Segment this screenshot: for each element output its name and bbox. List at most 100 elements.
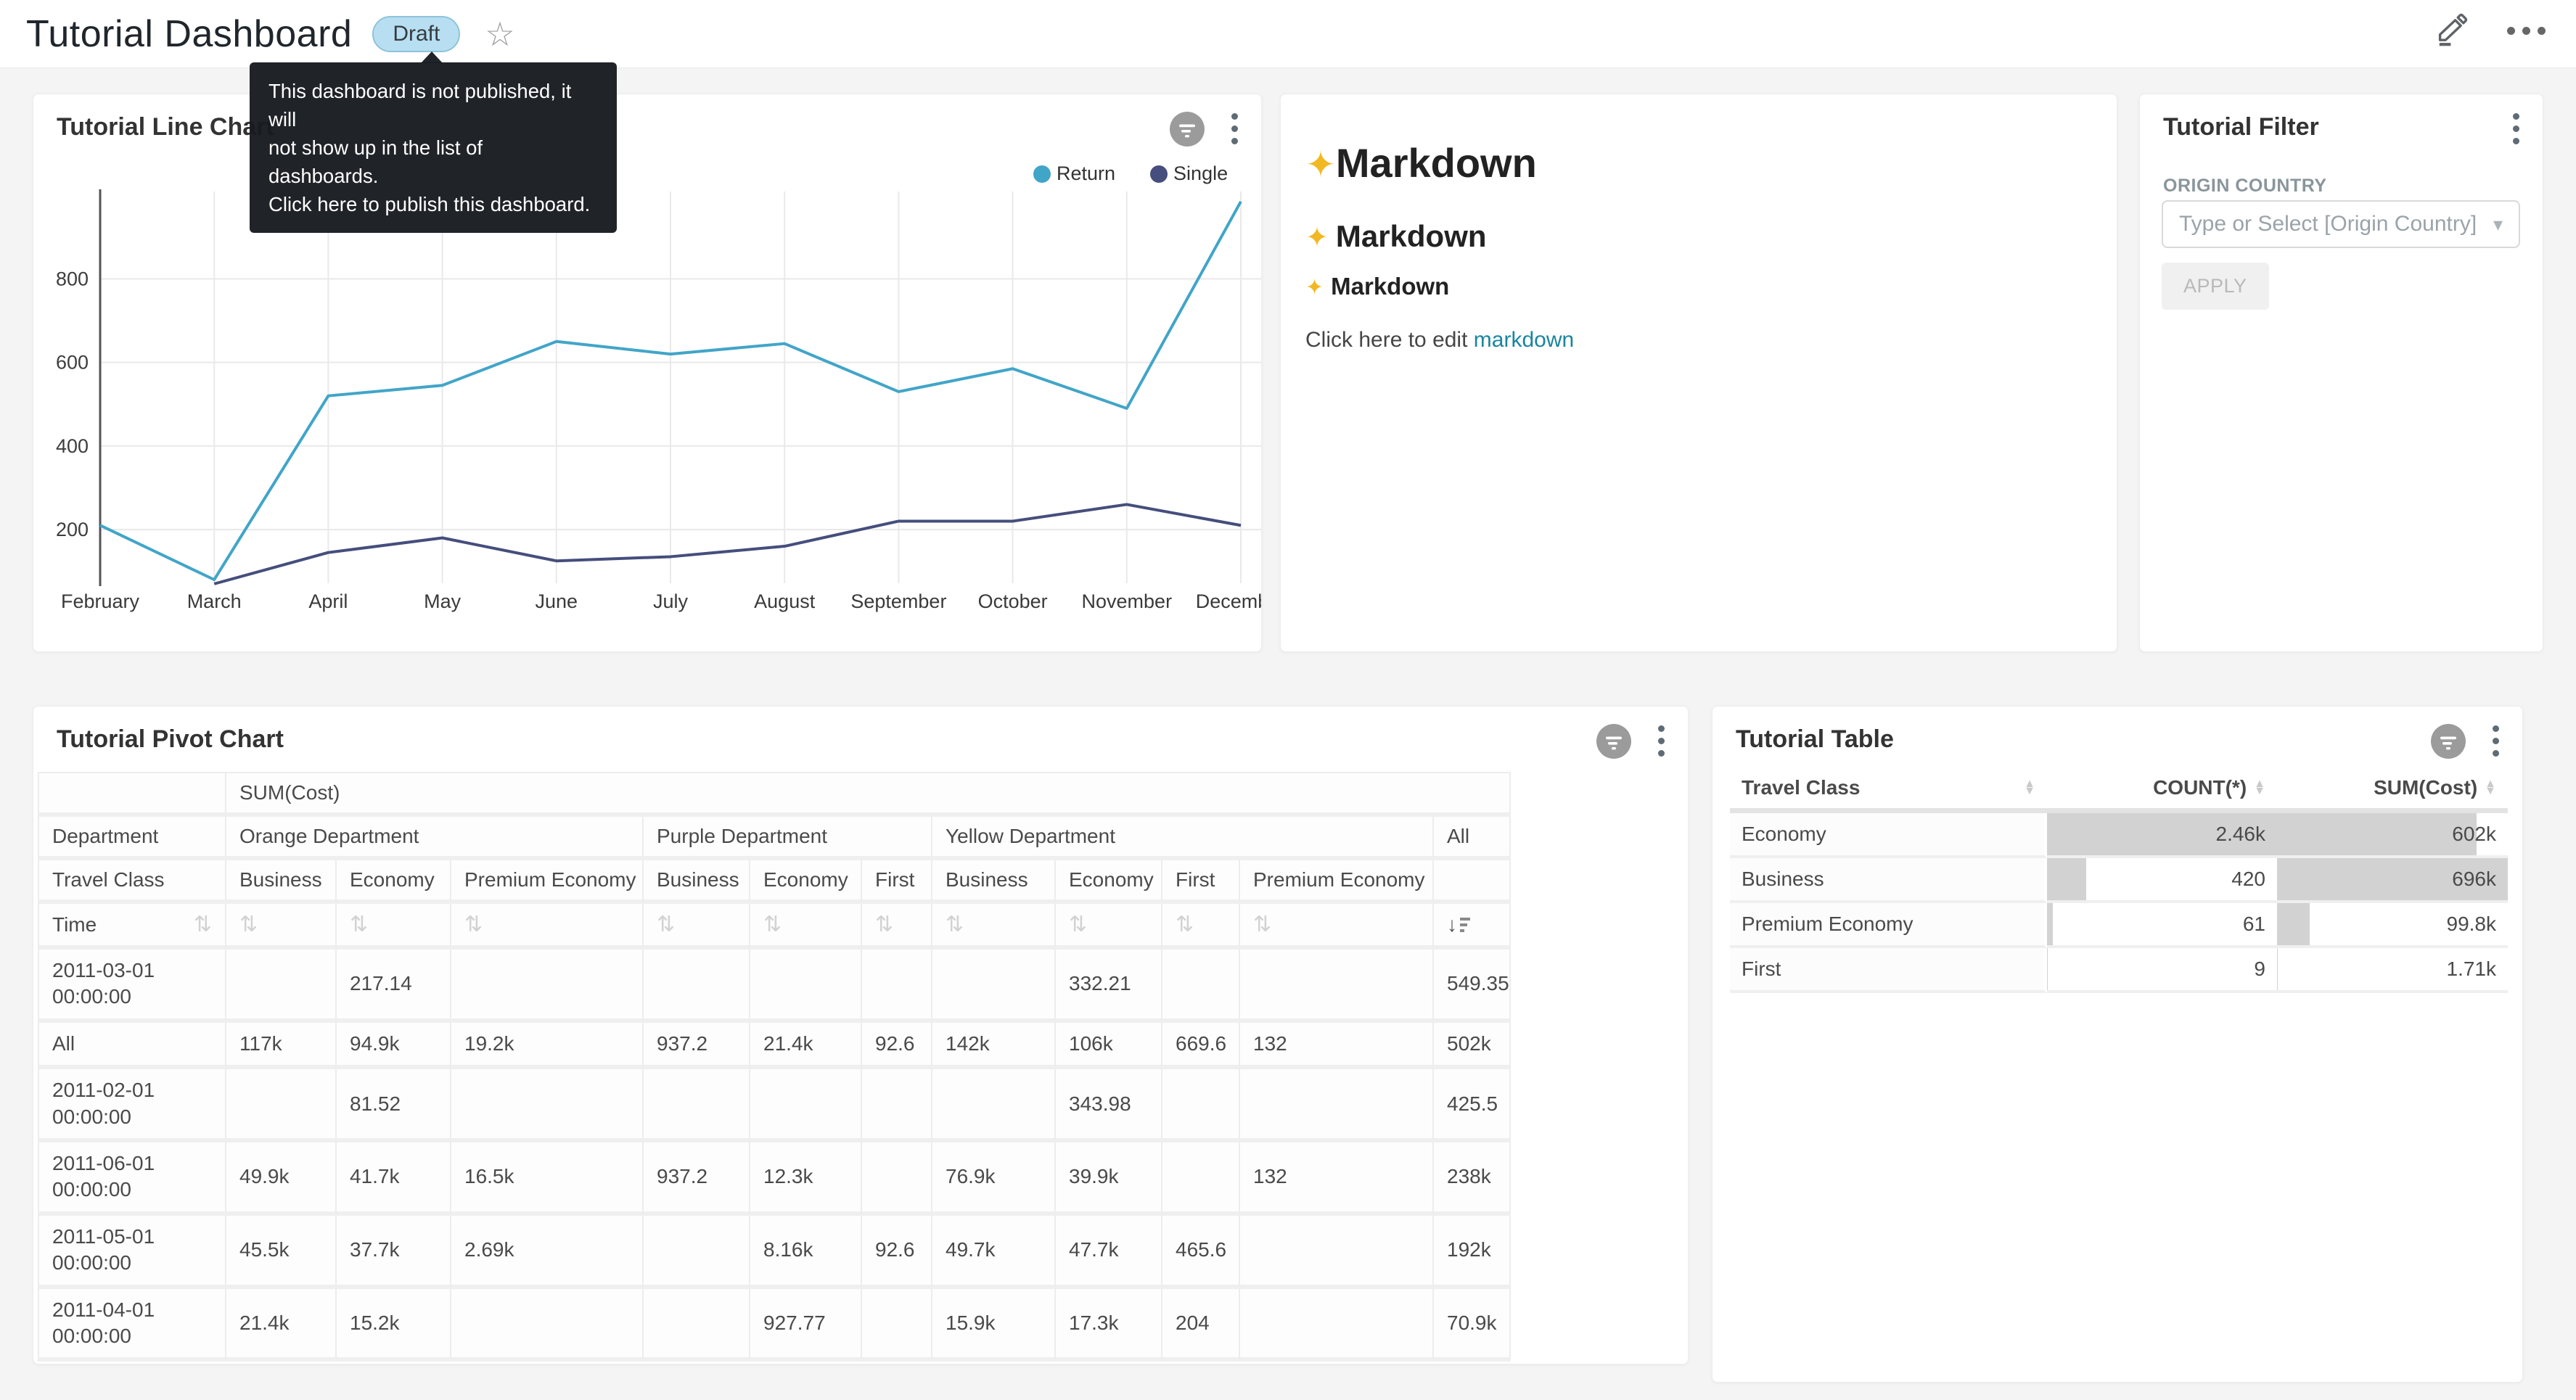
pivot-sort-cell: ⇅: [932, 904, 1056, 950]
sort-icon[interactable]: ⇅: [464, 913, 483, 936]
publish-tooltip: This dashboard is not published, it will…: [250, 62, 617, 233]
svg-text:400: 400: [56, 435, 89, 457]
sort-icon[interactable]: ⇅: [350, 913, 368, 936]
edit-markdown-link[interactable]: markdown: [1474, 328, 1574, 352]
star-icon[interactable]: ☆: [485, 17, 514, 51]
pivot-group-header: All: [1434, 817, 1511, 860]
travel-class-cell: Business: [1730, 858, 2047, 903]
pivot-cell: [1162, 1069, 1240, 1142]
filter-badge-icon[interactable]: [1169, 111, 1205, 147]
legend-label: Return: [1057, 162, 1115, 185]
more-menu-button[interactable]: [2507, 15, 2546, 48]
filter-panel: Tutorial Filter ORIGIN COUNTRY Type or S…: [2139, 94, 2543, 652]
pivot-cell: 549.35: [1434, 950, 1511, 1023]
filter-badge-icon[interactable]: [2430, 723, 2466, 759]
pivot-cell: 502k: [1434, 1023, 1511, 1069]
apply-button[interactable]: APPLY: [2162, 263, 2269, 310]
svg-text:800: 800: [56, 268, 89, 289]
pivot-cell: [644, 1216, 750, 1289]
sort-descending-icon[interactable]: ↓: [1447, 913, 1470, 936]
pivot-cell: [1162, 1142, 1240, 1216]
sort-icon[interactable]: ▲▼: [2485, 781, 2496, 795]
filter-badge-icon[interactable]: [1596, 723, 1632, 759]
sort-icon[interactable]: ⇅: [1176, 913, 1194, 936]
column-header-count[interactable]: COUNT(*) ▲▼: [2047, 767, 2277, 813]
sort-icon[interactable]: ⇅: [946, 913, 964, 936]
pivot-cell: 425.5: [1434, 1069, 1511, 1142]
pivot-row: 2011-02-0100:00:0081.52343.98425.5: [39, 1069, 1511, 1142]
pivot-cell: [451, 1289, 644, 1362]
pivot-cell: 117k: [226, 1023, 337, 1069]
pivot-cell: [750, 950, 862, 1023]
table-row[interactable]: Premium Economy6199.8k: [1730, 903, 2508, 948]
sort-icon[interactable]: ▲▼: [2254, 781, 2265, 795]
pivot-cell: 81.52: [337, 1069, 451, 1142]
pivot-sort-cell: ⇅: [644, 904, 750, 950]
pivot-row-key: 2011-04-0100:00:00: [39, 1289, 226, 1362]
sort-icon[interactable]: ⇅: [1253, 913, 1271, 936]
sparkles-icon: ✦: [1305, 276, 1324, 300]
pivot-row: 2011-06-0100:00:0049.9k41.7k16.5k937.212…: [39, 1142, 1511, 1216]
svg-text:May: May: [424, 590, 462, 612]
pivot-row-key: All: [39, 1023, 226, 1069]
kebab-menu-icon[interactable]: [2488, 722, 2503, 759]
page-title: Tutorial Dashboard: [26, 12, 352, 56]
edit-dashboard-button[interactable]: [2435, 12, 2469, 50]
legend-label: Single: [1173, 162, 1228, 185]
kebab-menu-icon[interactable]: [1227, 110, 1242, 147]
sort-icon[interactable]: ⇅: [239, 913, 258, 936]
table-panel: Tutorial Table Travel Class ▲▼ COUNT(*): [1712, 706, 2523, 1383]
kebab-menu-icon[interactable]: [1654, 722, 1669, 759]
pivot-cell: 19.2k: [451, 1023, 644, 1069]
pivot-cell: [862, 1142, 932, 1216]
table-row[interactable]: First91.71k: [1730, 948, 2508, 993]
pivot-chart-panel: Tutorial Pivot Chart SUM(Cost) Departmen…: [33, 706, 1689, 1364]
table-row[interactable]: Economy2.46k602k: [1730, 813, 2508, 858]
sort-icon[interactable]: ⇅: [763, 913, 782, 936]
pivot-cell: [1240, 1289, 1434, 1362]
pivot-cell: 47.7k: [1056, 1216, 1162, 1289]
pivot-row-dimension-label: Time: [52, 913, 97, 936]
pivot-cell: 41.7k: [337, 1142, 451, 1216]
pivot-col-header: [1434, 860, 1511, 904]
tooltip-line: Click here to publish this dashboard.: [268, 190, 598, 218]
kebab-menu-icon[interactable]: [2509, 110, 2524, 147]
pivot-row-key: 2011-02-0100:00:00: [39, 1069, 226, 1142]
metric-cell: 696k: [2277, 858, 2508, 903]
pivot-sort-cell: ⇅: [862, 904, 932, 950]
legend-item-return[interactable]: Return: [1033, 162, 1115, 185]
pencil-icon: [2435, 12, 2469, 50]
legend-item-single[interactable]: Single: [1150, 162, 1228, 185]
chart-legend: Return Single: [1033, 162, 1228, 185]
draft-badge[interactable]: Draft: [372, 16, 460, 52]
sort-icon[interactable]: ▲▼: [2024, 781, 2035, 795]
pivot-row-dimension-cell: Time ⇅: [39, 904, 226, 950]
pivot-row-key: 2011-05-0100:00:00: [39, 1216, 226, 1289]
sort-icon[interactable]: ⇅: [1069, 913, 1087, 936]
pivot-cell: 132: [1240, 1142, 1434, 1216]
sparkles-icon: ✦: [1305, 223, 1329, 253]
sort-icon[interactable]: ⇅: [657, 913, 675, 936]
column-header-sum-cost[interactable]: SUM(Cost) ▲▼: [2277, 767, 2508, 813]
sort-icon[interactable]: ⇅: [194, 912, 212, 937]
pivot-cell: [451, 1069, 644, 1142]
sort-icon[interactable]: ⇅: [875, 913, 893, 936]
metric-cell: 61: [2047, 903, 2277, 948]
pivot-cell: [1240, 1069, 1434, 1142]
ellipsis-icon: [2507, 15, 2546, 48]
pivot-group-header: Purple Department: [644, 817, 932, 860]
origin-country-select[interactable]: Type or Select [Origin Country] ▾: [2162, 200, 2520, 248]
pivot-cell: 2.69k: [451, 1216, 644, 1289]
table-row[interactable]: Business420696k: [1730, 858, 2508, 903]
pivot-col-header: Premium Economy: [1240, 860, 1434, 904]
pivot-cell: 92.6: [862, 1216, 932, 1289]
series-line-single[interactable]: [214, 504, 1241, 583]
markdown-panel: ✦Markdown ✦Markdown ✦Markdown Click here…: [1280, 94, 2117, 652]
column-header-travel-class[interactable]: Travel Class ▲▼: [1730, 767, 2047, 813]
pivot-cell: [862, 1289, 932, 1362]
pivot-cell: 8.16k: [750, 1216, 862, 1289]
pivot-cell: 669.6: [1162, 1023, 1240, 1069]
pivot-cell: [1240, 1216, 1434, 1289]
markdown-h3: ✦Markdown: [1305, 273, 1449, 300]
metric-cell: 420: [2047, 858, 2277, 903]
